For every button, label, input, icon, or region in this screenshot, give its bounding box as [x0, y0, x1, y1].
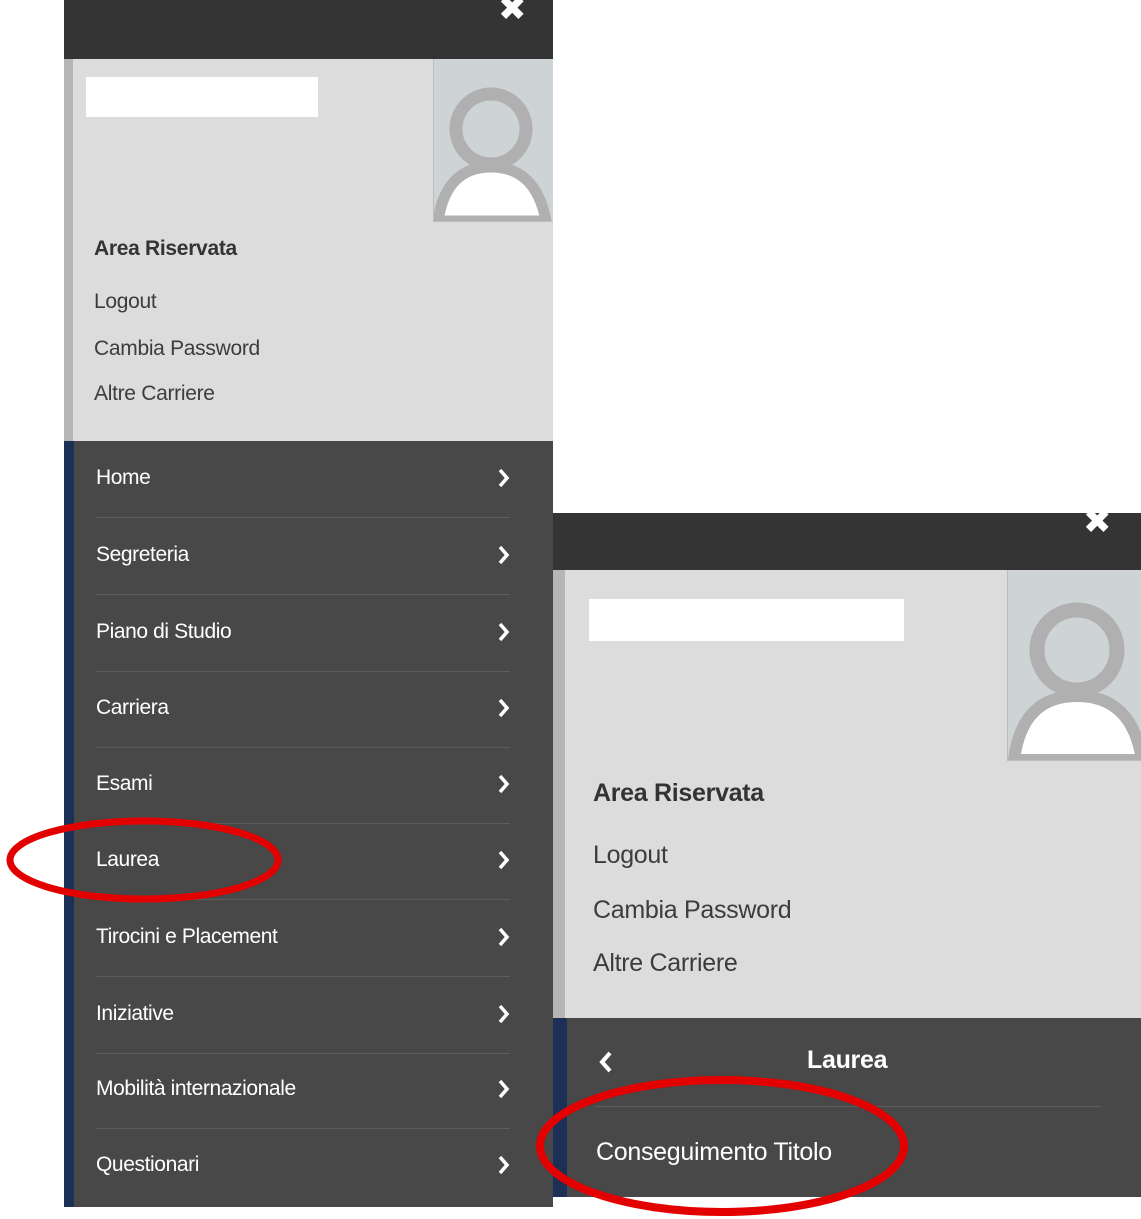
navigation-menu: Home Segreteria Piano di Studio Carriera…	[64, 441, 553, 1207]
user-name-box	[589, 599, 904, 641]
menu-item-label: Iniziative	[96, 1002, 174, 1025]
user-avatar-icon	[433, 59, 553, 222]
user-header: Area Riservata Logout Cambia Password Al…	[553, 570, 1141, 1018]
chevron-right-icon	[498, 1155, 510, 1175]
menu-item-carriera[interactable]: Carriera	[96, 671, 510, 748]
logout-link[interactable]: Logout	[593, 841, 668, 870]
chevron-right-icon	[498, 468, 510, 488]
chevron-right-icon	[498, 1079, 510, 1099]
top-bar: ✖	[553, 513, 1141, 570]
menu-item-label: Mobilità internazionale	[96, 1077, 296, 1100]
menu-item-label: Questionari	[96, 1153, 199, 1176]
submenu-item-label: Conseguimento Titolo	[596, 1138, 832, 1166]
chevron-right-icon	[498, 698, 510, 718]
menu-item-mobilita-internazionale[interactable]: Mobilità internazionale	[96, 1052, 510, 1129]
menu-item-label: Tirocini e Placement	[96, 925, 278, 948]
menu-item-label: Laurea	[96, 848, 159, 871]
area-riservata-title: Area Riservata	[94, 237, 237, 260]
area-riservata-title: Area Riservata	[593, 779, 764, 807]
logout-link[interactable]: Logout	[94, 290, 157, 314]
menu-item-label: Carriera	[96, 696, 169, 719]
other-careers-link[interactable]: Altre Carriere	[593, 949, 738, 978]
submenu-title: Laurea	[807, 1046, 888, 1074]
chevron-right-icon	[498, 850, 510, 870]
submenu-header: Laurea	[595, 1018, 1101, 1107]
chevron-right-icon	[498, 774, 510, 794]
menu-item-segreteria[interactable]: Segreteria	[96, 518, 510, 595]
close-icon[interactable]: ✖	[1083, 513, 1112, 539]
main-menu-panel: ✖ Area Riservata Logout Cambia Password …	[64, 0, 553, 1207]
user-name-box	[86, 77, 318, 117]
change-password-link[interactable]: Cambia Password	[593, 896, 792, 925]
submenu-panel: ✖ Area Riservata Logout Cambia Password …	[553, 513, 1141, 1197]
chevron-right-icon	[498, 545, 510, 565]
close-icon[interactable]: ✖	[498, 0, 527, 26]
submenu: Laurea Conseguimento Titolo	[553, 1018, 1141, 1197]
menu-item-piano-di-studio[interactable]: Piano di Studio	[96, 595, 510, 672]
menu-item-label: Esami	[96, 772, 153, 795]
other-careers-link[interactable]: Altre Carriere	[94, 382, 215, 406]
chevron-right-icon	[498, 927, 510, 947]
submenu-item-conseguimento-titolo[interactable]: Conseguimento Titolo	[595, 1107, 1101, 1193]
menu-item-label: Segreteria	[96, 543, 189, 566]
menu-item-questionari[interactable]: Questionari	[96, 1128, 510, 1204]
chevron-left-icon[interactable]	[599, 1051, 613, 1073]
menu-item-tirocini-e-placement[interactable]: Tirocini e Placement	[96, 900, 510, 977]
menu-item-label: Home	[96, 466, 151, 489]
menu-item-esami[interactable]: Esami	[96, 747, 510, 824]
change-password-link[interactable]: Cambia Password	[94, 337, 260, 361]
chevron-right-icon	[498, 1004, 510, 1024]
menu-item-home[interactable]: Home	[96, 441, 510, 518]
menu-item-label: Piano di Studio	[96, 620, 232, 643]
menu-item-laurea[interactable]: Laurea	[96, 823, 510, 900]
top-bar: ✖	[64, 0, 553, 59]
chevron-right-icon	[498, 622, 510, 642]
user-avatar-icon	[1007, 570, 1141, 761]
menu-item-iniziative[interactable]: Iniziative	[96, 977, 510, 1054]
user-header: Area Riservata Logout Cambia Password Al…	[64, 59, 553, 441]
